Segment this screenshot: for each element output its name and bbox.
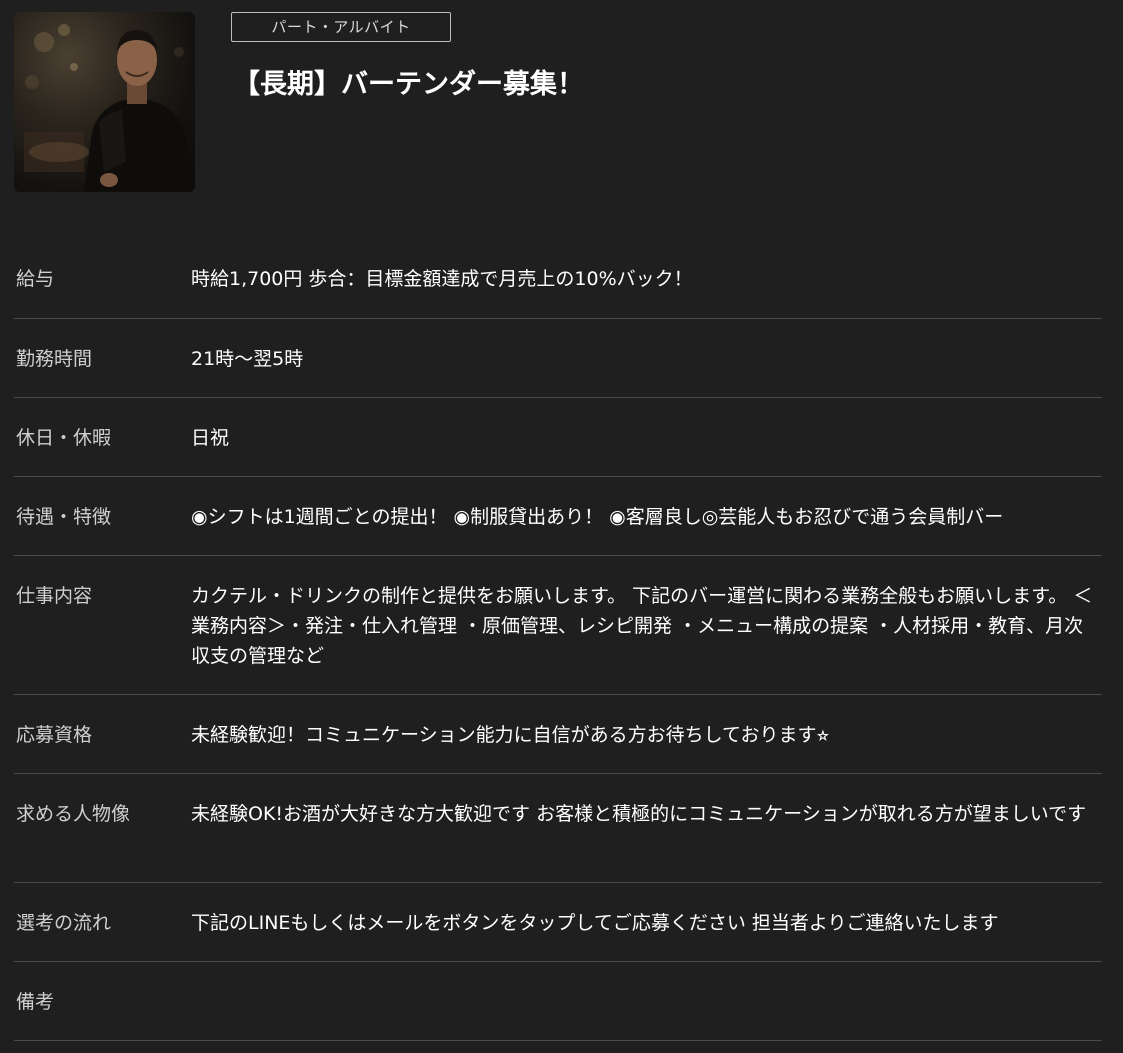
detail-row-notes: 備考 [14,962,1102,1041]
detail-label: 求める人物像 [16,803,131,825]
detail-value: 時給1,700円 歩合：目標金額達成で月売上の10%バック！ [191,268,693,290]
detail-row-salary: 給与 時給1,700円 歩合：目標金額達成で月売上の10%バック！ [14,240,1102,319]
detail-value: 下記のLINEもしくはメールをボタンをタップしてご応募ください 担当者よりご連絡… [191,912,999,934]
detail-row-benefits: 待遇・特徴 ◉シフトは1週間ごとの提出！ ◉制服貸出あり！ ◉客層良し◎芸能人も… [14,477,1102,556]
detail-label: 休日・休暇 [16,427,112,449]
detail-label: 仕事内容 [16,585,93,607]
detail-label: 給与 [16,268,55,290]
detail-row-qualifications: 応募資格 未経験歓迎！コミュニケーション能力に自信がある方お待ちしております⭐︎ [14,695,1102,774]
job-details-table: 給与 時給1,700円 歩合：目標金額達成で月売上の10%バック！ 勤務時間 2… [14,240,1102,1041]
employment-type-badge: パート・アルバイト [231,12,451,42]
job-photo [14,12,195,192]
detail-value [191,987,1102,1040]
job-header: パート・アルバイト 【長期】バーテンダー募集！ [0,0,1123,230]
detail-label: 勤務時間 [16,348,93,370]
detail-row-ideal-candidate: 求める人物像 未経験OK!お酒が大好きな方大歓迎です お客様と積極的にコミュニケ… [14,774,1102,883]
bartender-photo-image [24,24,192,192]
detail-value: 21時～翌5時 [191,348,304,370]
detail-row-job-description: 仕事内容 カクテル・ドリンクの制作と提供をお願いします。 下記のバー運営に関わる… [14,556,1102,695]
detail-value: 未経験OK!お酒が大好きな方大歓迎です お客様と積極的にコミュニケーションが取れ… [191,803,1087,825]
detail-label: 待遇・特徴 [16,506,112,528]
detail-value: ◉シフトは1週間ごとの提出！ ◉制服貸出あり！ ◉客層良し◎芸能人もお忍びで通う… [191,506,1004,528]
detail-label: 選考の流れ [16,912,112,934]
detail-row-selection-process: 選考の流れ 下記のLINEもしくはメールをボタンをタップしてご応募ください 担当… [14,883,1102,962]
detail-row-holidays: 休日・休暇 日祝 [14,398,1102,477]
detail-value: カクテル・ドリンクの制作と提供をお願いします。 下記のバー運営に関わる業務全般も… [191,585,1093,667]
detail-value: 日祝 [191,427,230,449]
detail-row-working-hours: 勤務時間 21時～翌5時 [14,319,1102,398]
detail-label: 備考 [16,991,55,1013]
detail-value: 未経験歓迎！コミュニケーション能力に自信がある方お待ちしております⭐︎ [191,724,830,746]
detail-label: 応募資格 [16,724,93,746]
job-title: 【長期】バーテンダー募集！ [233,69,584,100]
